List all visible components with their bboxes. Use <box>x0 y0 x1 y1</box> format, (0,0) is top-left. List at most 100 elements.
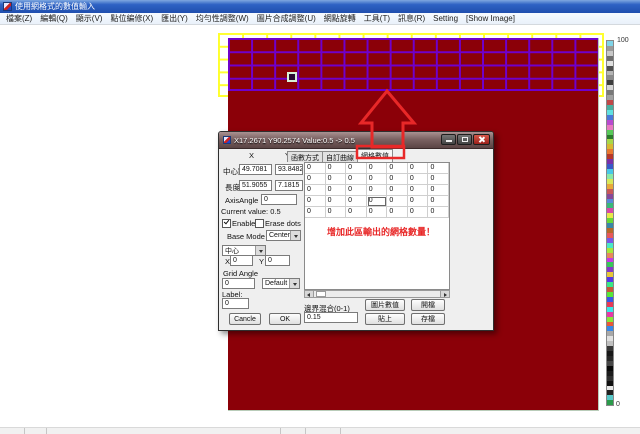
close-icon[interactable] <box>473 134 490 145</box>
grid-cell[interactable]: 0 <box>305 196 326 207</box>
maximize-icon[interactable] <box>457 134 472 145</box>
grid-cell[interactable]: 0 <box>305 174 326 185</box>
table-row: 0000000 <box>305 163 449 174</box>
menu-item-2[interactable]: 編輯(Q) <box>36 13 72 24</box>
current-value-label: Current value: 0.5 <box>221 207 281 216</box>
grid-cell[interactable]: 0 <box>305 207 326 218</box>
grid-cell[interactable]: 0 <box>305 163 326 174</box>
grid-cell[interactable]: 0 <box>428 174 449 185</box>
tab-3[interactable]: 網格數值 <box>357 149 393 162</box>
grid-cell[interactable]: 0 <box>367 196 388 207</box>
menu-bar: 檔案(Z)編輯(Q)顯示(V)點位編修(X)匯出(Y)均勻性調整(W)圖片合成調… <box>0 13 640 25</box>
grid-cell[interactable]: 0 <box>367 174 388 185</box>
grid-cell[interactable]: 0 <box>346 163 367 174</box>
menu-item-11[interactable]: Setting <box>429 14 462 23</box>
grid-cell[interactable]: 0 <box>346 207 367 218</box>
table-row: 0000000 <box>305 196 449 207</box>
horizontal-scrollbar[interactable] <box>304 290 450 298</box>
app-window: 使用網格式的數值輸入 檔案(Z)編輯(Q)顯示(V)點位編修(X)匯出(Y)均勻… <box>0 0 640 434</box>
grid-cell[interactable]: 0 <box>346 185 367 196</box>
grid-cell[interactable]: 0 <box>428 163 449 174</box>
chevron-down-icon <box>293 283 297 286</box>
grid-cell[interactable]: 0 <box>408 174 429 185</box>
grid-cell[interactable]: 0 <box>367 207 388 218</box>
chevron-down-icon <box>294 235 298 238</box>
y-offset-field[interactable]: 0 <box>265 255 290 266</box>
menu-item-12[interactable]: [Show Image] <box>462 14 519 23</box>
grid-cell[interactable]: 0 <box>326 196 347 207</box>
scroll-right-icon[interactable] <box>440 291 449 297</box>
base-mode-select[interactable]: Center <box>266 230 301 241</box>
dialog-title: X17.2671 Y90.2574 Value:0.5 -> 0.5 <box>234 136 355 145</box>
y-label: Y <box>259 257 264 266</box>
grid-cell[interactable]: 0 <box>408 185 429 196</box>
grid-cell[interactable]: 0 <box>387 163 408 174</box>
save-file-button[interactable]: 存檔 <box>411 313 445 325</box>
ok-button[interactable]: OK <box>269 313 301 325</box>
grid-cell[interactable]: 0 <box>387 207 408 218</box>
axis-angle-label: AxisAngle <box>225 196 258 205</box>
open-file-button[interactable]: 開檔 <box>411 299 445 311</box>
grid-cell[interactable]: 0 <box>346 196 367 207</box>
dialog-titlebar[interactable]: X17.2671 Y90.2574 Value:0.5 -> 0.5 <box>219 132 493 149</box>
status-segment <box>47 428 281 434</box>
image-values-button[interactable]: 圖片數值 <box>365 299 405 311</box>
length-x-field[interactable]: 51.9055 <box>239 180 272 191</box>
purple-grid-region[interactable] <box>228 38 598 91</box>
menu-item-6[interactable]: 均勻性調整(W) <box>192 13 253 24</box>
menu-item-8[interactable]: 網點旋轉 <box>320 13 360 24</box>
scroll-left-icon[interactable] <box>305 291 314 297</box>
menu-item-3[interactable]: 顯示(V) <box>72 13 107 24</box>
grid-cell[interactable]: 0 <box>326 174 347 185</box>
grid-angle-field[interactable]: 0 <box>222 278 255 289</box>
grid-cell[interactable]: 0 <box>367 163 388 174</box>
blend-field[interactable]: 0.15 <box>304 312 358 323</box>
color-scale-strip <box>606 40 614 406</box>
status-segment <box>341 428 640 434</box>
grid-cell[interactable]: 0 <box>387 174 408 185</box>
length-y-field[interactable]: 7.1815 <box>275 180 303 191</box>
axis-angle-field[interactable]: 0 <box>261 194 297 205</box>
window-titlebar[interactable]: 使用網格式的數值輸入 <box>0 0 640 13</box>
tab-2[interactable]: 自訂曲線 <box>322 151 358 162</box>
status-segment <box>306 428 341 434</box>
grid-cell[interactable]: 0 <box>428 207 449 218</box>
grid-cell[interactable]: 0 <box>428 196 449 207</box>
scale-max-label: 100 <box>617 37 629 44</box>
erase-dots-checkbox[interactable] <box>255 219 264 228</box>
menu-item-10[interactable]: 訊息(R) <box>394 13 429 24</box>
grid-cell[interactable]: 0 <box>367 185 388 196</box>
grid-cell[interactable]: 0 <box>408 207 429 218</box>
scale-min-label: 0 <box>616 401 620 408</box>
paste-button[interactable]: 貼上 <box>365 313 405 325</box>
x-offset-field[interactable]: 0 <box>230 255 253 266</box>
menu-item-1[interactable]: 檔案(Z) <box>2 13 36 24</box>
scrollbar-thumb[interactable] <box>316 291 326 297</box>
menu-item-7[interactable]: 圖片合成調整(U) <box>253 13 320 24</box>
grid-cell[interactable]: 0 <box>326 163 347 174</box>
center-y-field[interactable]: 93.8482 <box>275 164 303 175</box>
table-row: 0000000 <box>305 185 449 196</box>
window-title: 使用網格式的數值輸入 <box>15 1 95 12</box>
grid-cell[interactable]: 0 <box>387 196 408 207</box>
menu-item-5[interactable]: 匯出(Y) <box>157 13 192 24</box>
enabled-checkbox[interactable] <box>222 219 231 228</box>
cancel-button[interactable]: Cancle <box>229 313 261 325</box>
grid-cell[interactable]: 0 <box>408 163 429 174</box>
grid-cell[interactable]: 0 <box>326 207 347 218</box>
grid-cell[interactable]: 0 <box>428 185 449 196</box>
center-x-field[interactable]: 49.7081 <box>239 164 272 175</box>
status-bar <box>0 427 640 434</box>
menu-item-4[interactable]: 點位編修(X) <box>106 13 157 24</box>
grid-angle-mode-select[interactable]: Default <box>262 278 300 289</box>
table-row: 0000000 <box>305 207 449 218</box>
minimize-icon[interactable] <box>441 134 456 145</box>
grid-cell[interactable]: 0 <box>346 174 367 185</box>
tab-1[interactable]: 函數方式 <box>287 151 323 162</box>
grid-cell[interactable]: 0 <box>408 196 429 207</box>
grid-cell[interactable]: 0 <box>305 185 326 196</box>
grid-cell[interactable]: 0 <box>326 185 347 196</box>
menu-item-9[interactable]: 工具(T) <box>360 13 394 24</box>
grid-cell[interactable]: 0 <box>387 185 408 196</box>
label-field[interactable]: 0 <box>222 298 249 309</box>
